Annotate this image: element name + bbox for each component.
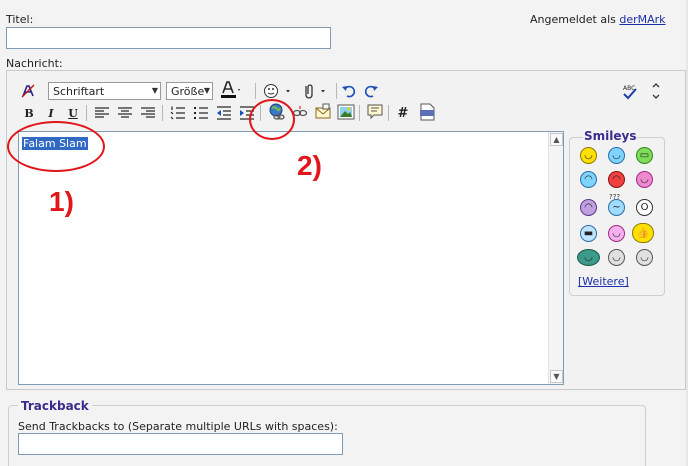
- title-input[interactable]: [6, 27, 331, 49]
- chevron-down-icon: ▼: [203, 86, 210, 95]
- annotation-label-1: 1): [49, 186, 74, 217]
- smiley-menu-icon[interactable]: [263, 82, 291, 100]
- trackback-title: Trackback: [18, 399, 92, 413]
- sunglasses-icon[interactable]: ▬: [580, 225, 597, 242]
- toolbar-separator: [388, 105, 389, 121]
- bullet-list-icon[interactable]: [193, 104, 209, 122]
- shocked-icon[interactable]: O: [636, 199, 653, 216]
- attachment-icon[interactable]: [300, 82, 328, 100]
- email-link-icon[interactable]: [314, 103, 332, 121]
- scroll-down-icon[interactable]: ▼: [550, 370, 563, 383]
- undo-icon[interactable]: [341, 82, 357, 100]
- toolbar-separator: [255, 83, 256, 99]
- confused-icon[interactable]: ~: [608, 199, 625, 216]
- message-label: Nachricht:: [6, 57, 63, 70]
- blush-icon[interactable]: ◡: [636, 171, 653, 188]
- toggle-toolbar-icon[interactable]: [648, 82, 664, 100]
- align-right-icon[interactable]: [140, 104, 156, 122]
- annotation-label-2: 2): [297, 150, 322, 181]
- message-editor[interactable]: Falam Slam: [18, 131, 564, 385]
- annotation-circle-1: [7, 121, 105, 172]
- toolbar-separator: [162, 105, 163, 121]
- cool-smile-icon[interactable]: ◡: [608, 147, 625, 164]
- confused-marks: ???: [609, 193, 621, 201]
- hash-button[interactable]: #: [395, 104, 411, 122]
- align-center-icon[interactable]: [117, 104, 133, 122]
- smileys-title: Smileys: [583, 129, 638, 143]
- trackback-description: Send Trackbacks to (Separate multiple UR…: [18, 420, 338, 433]
- trackback-input[interactable]: [18, 433, 343, 455]
- spellcheck-icon[interactable]: ABC: [621, 83, 639, 101]
- chevron-down-icon: ▼: [151, 86, 158, 95]
- sad-icon[interactable]: ◠: [580, 171, 597, 188]
- ninja-icon[interactable]: ◡: [577, 249, 600, 266]
- evil-icon[interactable]: ◡: [636, 249, 653, 266]
- align-left-icon[interactable]: [94, 104, 110, 122]
- quote-icon[interactable]: [366, 103, 384, 121]
- annotation-circle-2: [249, 99, 295, 140]
- bold-button[interactable]: B: [21, 104, 37, 122]
- font-color-icon[interactable]: [220, 81, 242, 99]
- logged-in-info: Angemeldet als derMArk: [530, 13, 666, 26]
- devil-icon[interactable]: ◡: [608, 249, 625, 266]
- tongue-icon[interactable]: ◡: [608, 225, 625, 242]
- grin-icon[interactable]: ▭: [636, 147, 653, 164]
- insert-image-icon[interactable]: [337, 103, 355, 121]
- font-size-value: Größe: [171, 84, 205, 98]
- underline-button[interactable]: U: [65, 104, 81, 122]
- more-smileys-link[interactable]: [Weitere]: [578, 275, 629, 288]
- toolbar-separator: [336, 83, 337, 99]
- outdent-icon[interactable]: [216, 104, 232, 122]
- editor-scrollbar[interactable]: ▲ ▼: [548, 132, 563, 384]
- logged-in-prefix: Angemeldet als: [530, 13, 620, 26]
- title-label: Titel:: [6, 13, 34, 26]
- font-family-value: Schriftart: [53, 84, 105, 98]
- scroll-up-icon[interactable]: ▲: [550, 133, 563, 146]
- numbered-list-icon[interactable]: [170, 104, 186, 122]
- toolbar-separator: [359, 105, 360, 121]
- angry-icon[interactable]: ◠: [608, 171, 625, 188]
- thumbs-up-icon[interactable]: 👍: [632, 223, 654, 243]
- font-size-select[interactable]: Größe ▼: [166, 82, 213, 100]
- toolbar-separator: [86, 105, 87, 121]
- php-code-icon[interactable]: [419, 103, 435, 121]
- worried-icon[interactable]: ◠: [580, 199, 597, 216]
- redo-icon[interactable]: [363, 82, 379, 100]
- smile-icon[interactable]: ◡: [580, 147, 597, 164]
- username-link[interactable]: derMArk: [619, 13, 665, 26]
- font-family-select[interactable]: Schriftart ▼: [48, 82, 161, 100]
- remove-format-icon[interactable]: [20, 82, 36, 100]
- italic-button[interactable]: I: [43, 104, 59, 122]
